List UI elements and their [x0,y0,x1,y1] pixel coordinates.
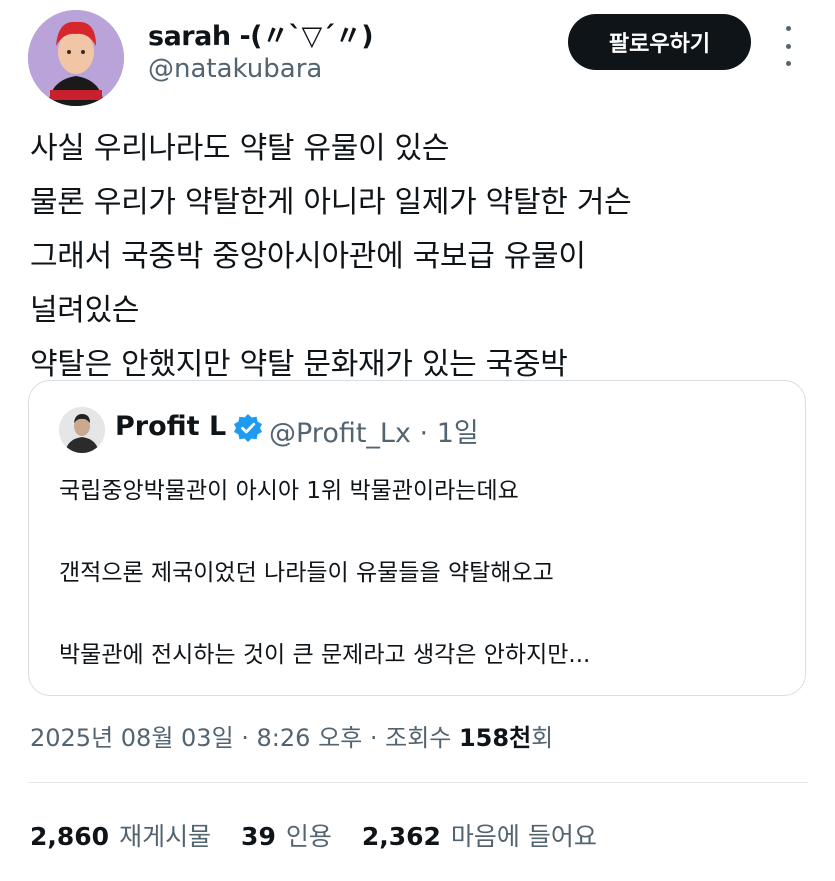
tweet-meta: 2025년 08월 03일 · 8:26 오후 · 조회수 158천회 [30,718,553,753]
tweet-line: 사실 우리나라도 약탈 유물이 있슨 [30,131,450,166]
quoted-text-line: 갠적으론 제국이었던 나라들이 유물들을 약탈해오고 [59,560,554,586]
view-count-suffix: 회 [531,724,554,752]
divider [28,782,808,783]
tweet-text: 사실 우리나라도 약탈 유물이 있슨 물론 우리가 약탈한게 아니라 일제가 약… [30,122,820,392]
quotes-stat[interactable]: 39 인용 [241,822,332,851]
retweets-label: 재게시물 [119,822,212,851]
quotes-label: 인용 [285,822,332,851]
likes-count: 2,362 [361,822,441,851]
likes-label: 마음에 들어요 [450,822,597,851]
retweets-stat[interactable]: 2,860 재게시물 [30,822,211,851]
more-vertical-icon[interactable] [778,26,798,66]
tweet-line: 널려있슨 [30,293,140,328]
author-name[interactable]: sarah -(〃`▽´〃) [148,14,374,53]
quotes-count: 39 [241,822,276,851]
engagement-stats: 2,860 재게시물 39 인용 2,362 마음에 들어요 [30,817,597,853]
quoted-author-handle[interactable]: @Profit_Lx · 1일 [269,411,479,450]
author-avatar[interactable] [28,10,124,106]
view-count: 158천 [458,724,532,752]
likes-stat[interactable]: 2,362 마음에 들어요 [362,822,597,851]
tweet-line: 그래서 국중박 중앙아시아관에 국보급 유물이 [30,239,586,274]
quoted-tweet-card[interactable]: Profit L @Profit_Lx · 1일 국립중앙박물관이 아시아 1위… [28,380,806,696]
verified-badge-icon [233,413,263,443]
quoted-text-line: 국립중앙박물관이 아시아 1위 박물관이라는데요 [59,478,519,504]
quoted-author-avatar[interactable] [59,407,105,453]
tweet-line: 물론 우리가 약탈한게 아니라 일제가 약탈한 거슨 [30,185,632,220]
retweets-count: 2,860 [30,822,110,851]
quoted-text-line: 박물관에 전시하는 것이 큰 문제라고 생각은 안하지만... [59,642,591,668]
quoted-author-name[interactable]: Profit L [115,411,226,442]
author-handle[interactable]: @natakubara [148,54,322,84]
follow-button[interactable]: 팔로우하기 [568,14,751,70]
tweet-timestamp[interactable]: 2025년 08월 03일 · 8:26 오후 · 조회수 [30,724,459,752]
